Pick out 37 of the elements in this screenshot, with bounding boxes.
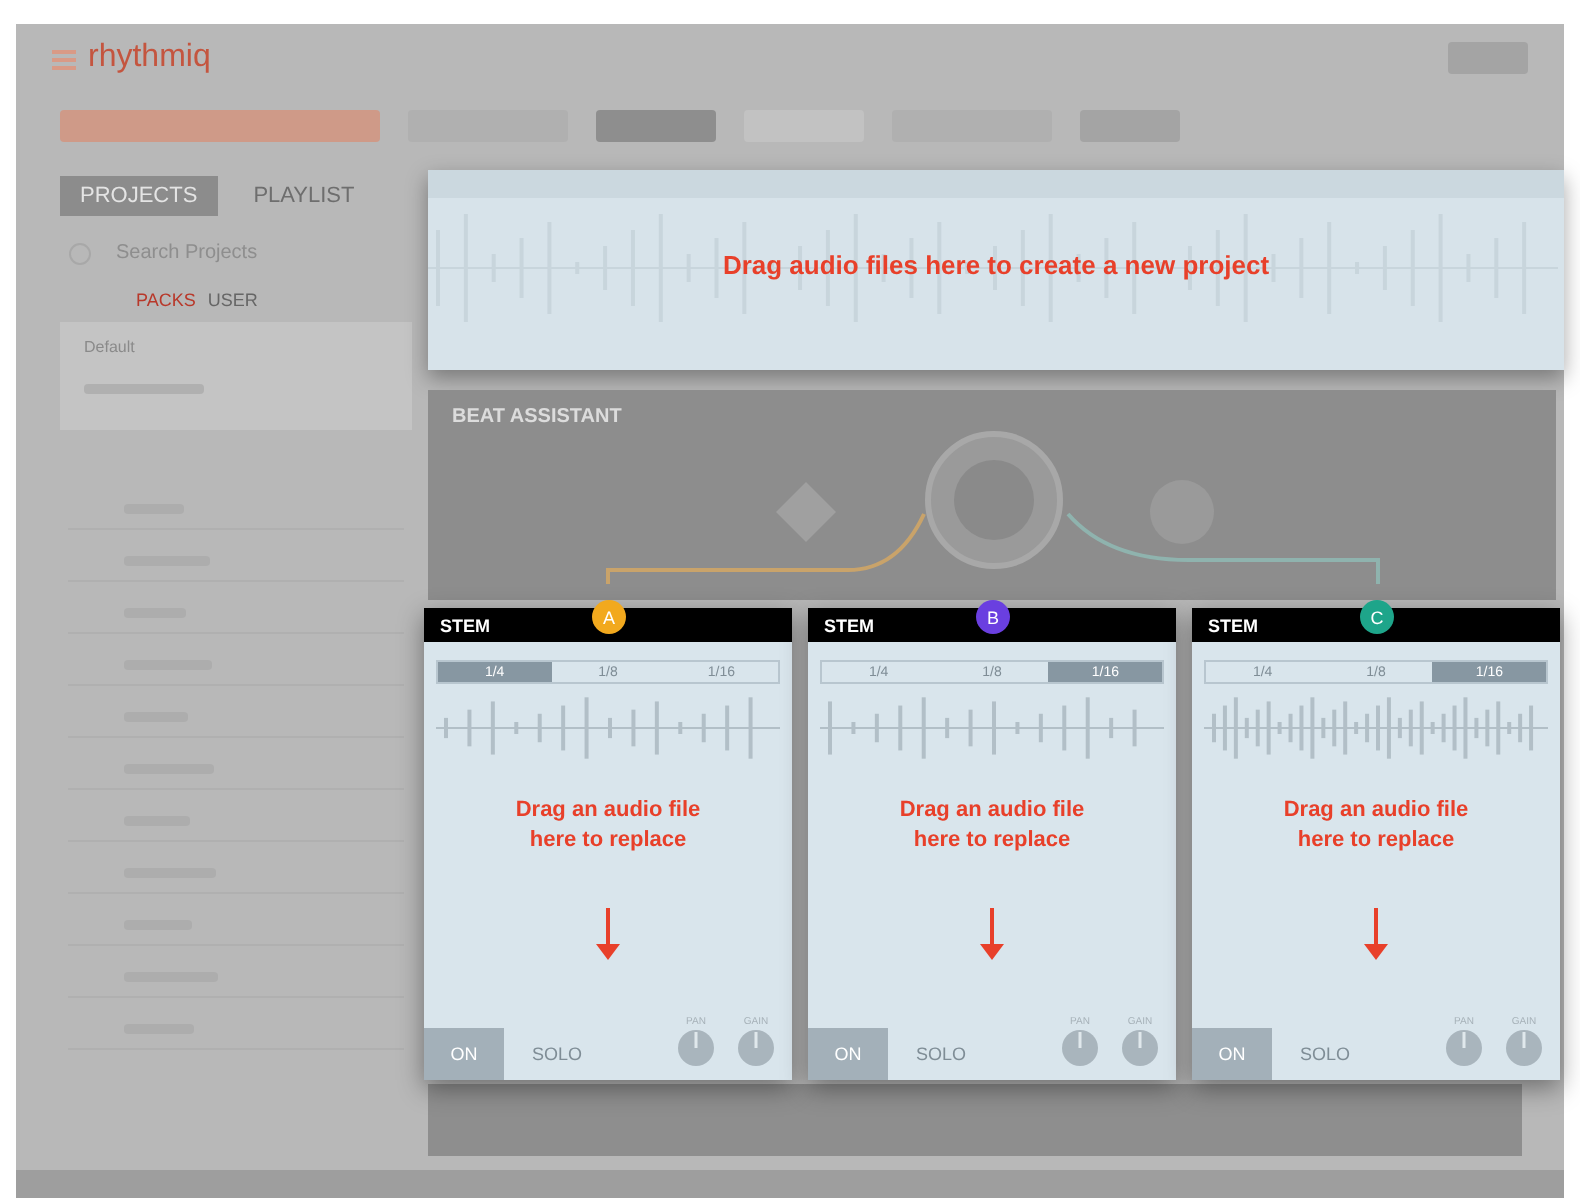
drop-message: Drag audio files here to create a new project xyxy=(720,250,1272,280)
solo-button[interactable]: SOLO xyxy=(904,1042,979,1066)
down-arrow-icon xyxy=(1362,908,1390,960)
filter-tab[interactable]: USER xyxy=(207,290,258,310)
stem-title: STEM xyxy=(440,615,491,635)
down-arrow-icon xyxy=(978,908,1006,960)
folder-label: Default xyxy=(84,338,137,356)
drop-zone[interactable]: Drag audio files here to create a new project xyxy=(428,170,1564,370)
stem-badge: A xyxy=(592,600,626,634)
stem-badge: B xyxy=(976,600,1010,634)
app-logo: rhythmiq xyxy=(88,39,211,75)
replace-message: Drag an audio file here to replace xyxy=(513,796,703,856)
replace-message: Drag an audio file here to replace xyxy=(897,796,1087,856)
knob[interactable] xyxy=(1120,1028,1160,1068)
stem-title: STEM xyxy=(824,615,875,635)
solo-button[interactable]: SOLO xyxy=(520,1042,595,1066)
replace-message: Drag an audio file here to replace xyxy=(1281,796,1471,856)
down-arrow-icon xyxy=(594,908,622,960)
logo-icon xyxy=(52,45,76,69)
on-button[interactable]: ON xyxy=(808,1028,888,1080)
dial-icon xyxy=(924,430,1064,570)
knob[interactable] xyxy=(1444,1028,1484,1068)
sidebar-tab[interactable]: PLAYLIST xyxy=(233,176,375,216)
sidebar-tab[interactable]: PROJECTS xyxy=(60,176,218,216)
stem-title: STEM xyxy=(1208,615,1259,635)
knob[interactable] xyxy=(1504,1028,1544,1068)
knob[interactable] xyxy=(1060,1028,1100,1068)
on-button[interactable]: ON xyxy=(1192,1028,1272,1080)
preset-selector[interactable] xyxy=(60,109,380,141)
knob[interactable] xyxy=(676,1028,716,1068)
filter-tab[interactable]: PACKS xyxy=(136,290,196,310)
panel-title: BEAT ASSISTANT xyxy=(452,406,622,428)
toolbar-control[interactable] xyxy=(596,109,716,141)
stem-badge: C xyxy=(1360,600,1394,634)
solo-button[interactable]: SOLO xyxy=(1288,1042,1363,1066)
on-button[interactable]: ON xyxy=(424,1028,504,1080)
knob[interactable] xyxy=(736,1028,776,1068)
